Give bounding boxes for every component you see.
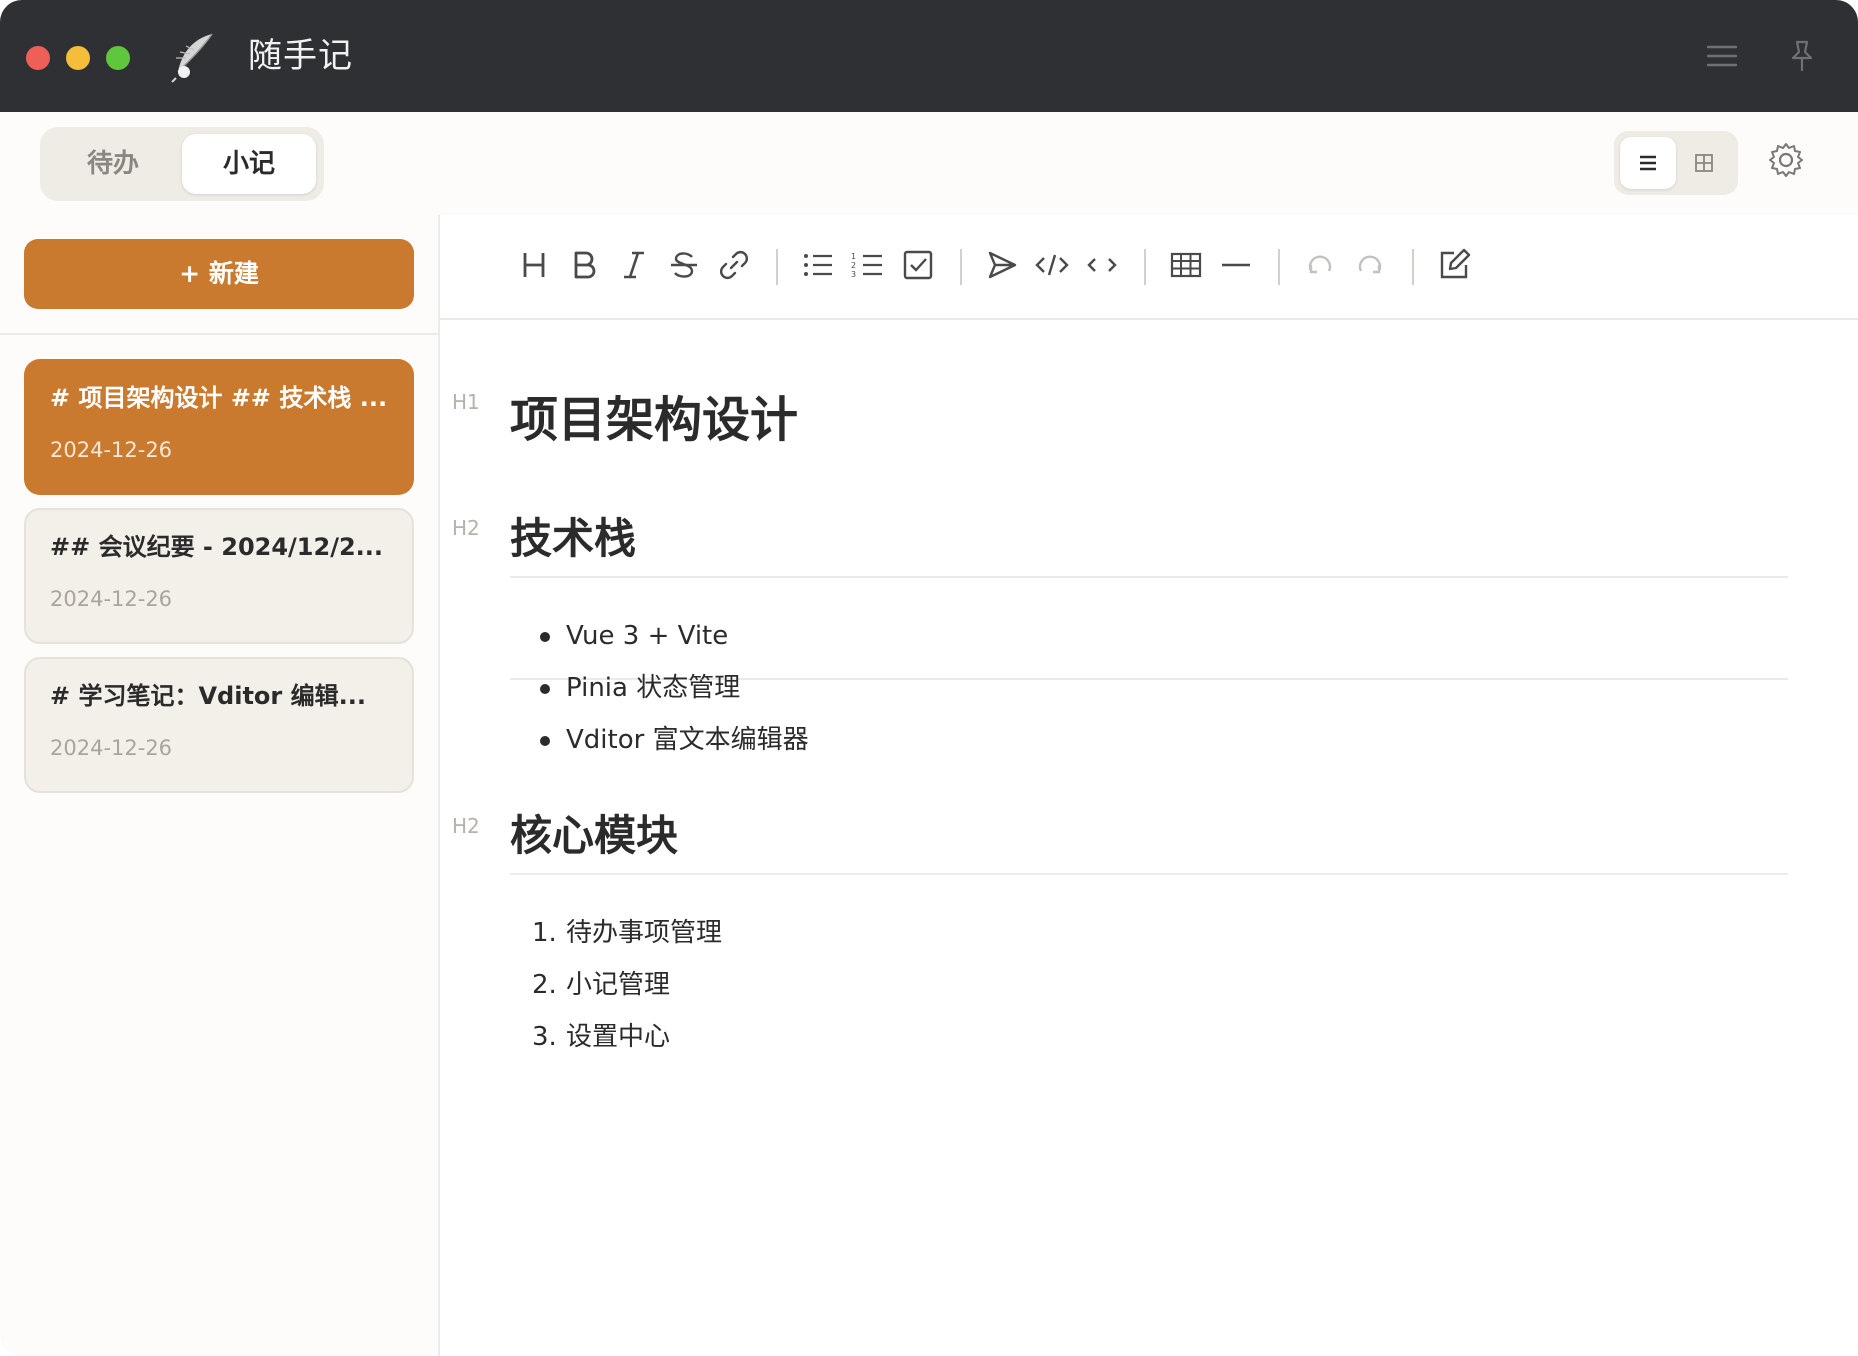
bullet-list-icon[interactable] xyxy=(798,245,838,285)
toolbar-divider xyxy=(960,249,962,285)
note-title: ## 会议纪要 - 2024/12/2... xyxy=(50,533,384,561)
bullet-marker xyxy=(540,684,550,694)
note-date: 2024-12-26 xyxy=(50,438,173,462)
h2-hint: H2 xyxy=(452,814,480,838)
bullet-marker xyxy=(540,736,550,746)
menu-icon[interactable] xyxy=(1702,36,1742,76)
minimize-window-button[interactable] xyxy=(66,46,90,70)
pin-icon[interactable] xyxy=(1782,36,1822,76)
heading-rule xyxy=(510,576,1788,578)
toolbar-divider xyxy=(1144,249,1146,285)
close-window-button[interactable] xyxy=(26,46,50,70)
tab-notes[interactable]: 小记 xyxy=(182,134,316,194)
inline-code-icon[interactable] xyxy=(1082,245,1122,285)
new-note-button[interactable]: + 新建 xyxy=(24,239,414,309)
h1-hint: H1 xyxy=(452,390,480,414)
list-item: Vditor 富文本编辑器 xyxy=(566,725,809,755)
maximize-window-button[interactable] xyxy=(106,46,130,70)
note-list-item[interactable]: # 项目架构设计 ## 技术栈 ... 2024-12-26 xyxy=(24,359,414,495)
editor-pane: 123 H1 项目架构设计 H2 技术栈 Vue 3 + Vite Pinia … xyxy=(440,215,1858,1356)
note-title: # 项目架构设计 ## 技术栈 ... xyxy=(50,384,388,412)
svg-text:2: 2 xyxy=(851,261,856,270)
list-item: 设置中心 xyxy=(566,1022,671,1052)
strikethrough-icon[interactable] xyxy=(664,245,704,285)
grid-view-button[interactable] xyxy=(1676,137,1732,189)
view-switch xyxy=(1614,131,1738,195)
list-item: 待办事项管理 xyxy=(566,918,723,948)
app-window: 随手记 待办 小记 + 新建 # 项目架构设计 ## 技术栈 ... 2024-… xyxy=(0,0,1858,1356)
h2-hint: H2 xyxy=(452,516,480,540)
svg-text:3: 3 xyxy=(851,270,856,279)
grid-view-icon xyxy=(1695,154,1713,172)
link-icon[interactable] xyxy=(714,245,754,285)
note-title: # 学习笔记：Vditor 编辑... xyxy=(50,682,366,710)
mode-switch: 待办 小记 xyxy=(40,127,324,201)
heading-2: 技术栈 xyxy=(510,514,637,563)
app-title: 随手记 xyxy=(248,36,353,76)
list-number: 1. xyxy=(532,918,557,948)
quote-icon[interactable] xyxy=(982,245,1022,285)
svg-text:1: 1 xyxy=(851,252,856,261)
italic-icon[interactable] xyxy=(614,245,654,285)
undo-icon[interactable] xyxy=(1300,245,1340,285)
notes-sidebar: + 新建 # 项目架构设计 ## 技术栈 ... 2024-12-26 ## 会… xyxy=(0,215,440,1356)
heading-2: 核心模块 xyxy=(510,811,679,860)
note-list-item[interactable]: # 学习笔记：Vditor 编辑... 2024-12-26 xyxy=(24,657,414,793)
horizontal-rule-icon[interactable] xyxy=(1216,245,1256,285)
list-view-button[interactable] xyxy=(1620,137,1676,189)
feather-logo-icon xyxy=(171,33,213,83)
list-number: 2. xyxy=(532,970,557,1000)
sidebar-divider xyxy=(0,333,438,335)
note-date: 2024-12-26 xyxy=(50,736,173,760)
redo-icon[interactable] xyxy=(1350,245,1390,285)
toolbar-divider xyxy=(776,249,778,285)
bold-icon[interactable] xyxy=(564,245,604,285)
title-bar: 随手记 xyxy=(0,0,1858,112)
code-block-icon[interactable] xyxy=(1032,245,1072,285)
list-item: Vue 3 + Vite xyxy=(566,621,729,651)
editor-content[interactable]: H1 项目架构设计 H2 技术栈 Vue 3 + Vite Pinia 状态管理… xyxy=(440,320,1858,1356)
note-date: 2024-12-26 xyxy=(50,587,173,611)
list-view-icon xyxy=(1640,155,1656,171)
table-icon[interactable] xyxy=(1166,245,1206,285)
toolbar-divider xyxy=(1278,249,1280,285)
header-bar: 待办 小记 xyxy=(0,112,1858,217)
tab-todo[interactable]: 待办 xyxy=(48,134,178,194)
heading-rule xyxy=(510,873,1788,875)
gear-icon[interactable] xyxy=(1766,140,1806,180)
heading-icon[interactable] xyxy=(514,245,554,285)
bullet-marker xyxy=(540,632,550,642)
ordered-list-icon[interactable]: 123 xyxy=(848,245,888,285)
heading-1: 项目架构设计 xyxy=(510,392,799,448)
editor-toolbar: 123 xyxy=(440,215,1858,320)
list-item: 小记管理 xyxy=(566,970,671,1000)
edit-mode-icon[interactable] xyxy=(1434,245,1474,285)
checklist-icon[interactable] xyxy=(898,245,938,285)
list-number: 3. xyxy=(532,1022,557,1052)
toolbar-divider xyxy=(1412,249,1414,285)
list-item: Pinia 状态管理 xyxy=(566,673,741,703)
note-list-item[interactable]: ## 会议纪要 - 2024/12/2... 2024-12-26 xyxy=(24,508,414,644)
